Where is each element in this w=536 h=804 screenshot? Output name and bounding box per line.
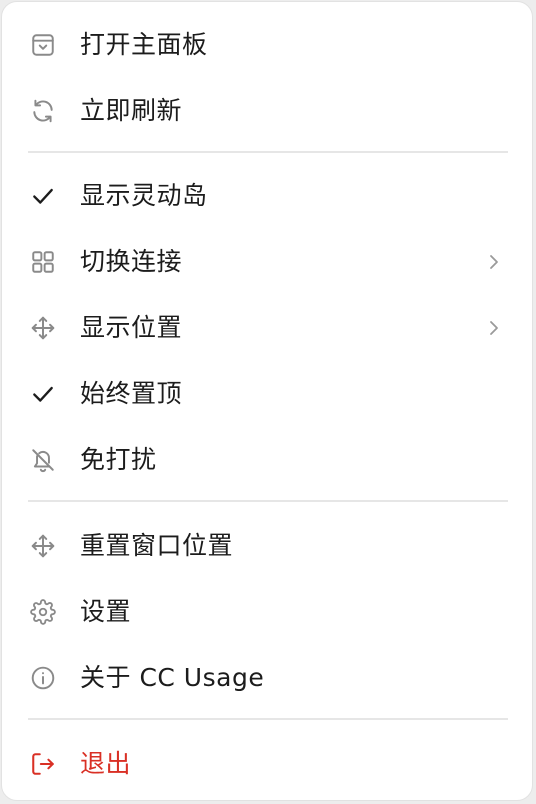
menu-item-reset-window-position[interactable]: 重置窗口位置 xyxy=(2,513,532,579)
menu-item-display-position[interactable]: 显示位置 xyxy=(2,295,532,361)
menu-item-switch-connection[interactable]: 切换连接 xyxy=(2,229,532,295)
menu-item-refresh-now[interactable]: 立即刷新 xyxy=(2,78,532,144)
menu-item-label: 显示灵动岛 xyxy=(80,181,208,210)
move-icon xyxy=(30,533,56,559)
bell-off-icon xyxy=(30,447,56,473)
move-icon xyxy=(30,315,56,341)
logout-icon xyxy=(30,751,56,777)
menu-separator xyxy=(28,500,508,502)
menu-item-about[interactable]: 关于 CC Usage xyxy=(2,645,532,711)
menu-separator xyxy=(28,151,508,153)
menu-item-label: 免打扰 xyxy=(80,445,157,474)
menu-item-label: 设置 xyxy=(80,597,132,626)
menu-separator xyxy=(28,718,508,720)
menu-item-quit[interactable]: 退出 xyxy=(2,731,532,797)
menu-item-show-dynamic-island[interactable]: 显示灵动岛 xyxy=(2,163,532,229)
check-icon xyxy=(30,183,56,209)
menu-item-label: 打开主面板 xyxy=(80,30,208,59)
chevron-right-icon xyxy=(486,316,502,340)
menu-item-label: 始终置顶 xyxy=(80,379,183,408)
menu-item-settings[interactable]: 设置 xyxy=(2,579,532,645)
menu-item-label: 显示位置 xyxy=(80,313,183,342)
grid-icon xyxy=(30,249,56,275)
chevron-right-icon xyxy=(486,250,502,274)
menu-item-open-main-panel[interactable]: 打开主面板 xyxy=(2,12,532,78)
panel-icon xyxy=(30,32,56,58)
menu-item-label: 重置窗口位置 xyxy=(80,531,234,560)
context-menu: 打开主面板 立即刷新 显示灵动岛 切换连接 显示位置 始终置顶 免打扰 重置窗口… xyxy=(1,1,533,801)
menu-item-label: 立即刷新 xyxy=(80,96,183,125)
check-icon xyxy=(30,381,56,407)
info-icon xyxy=(30,665,56,691)
refresh-icon xyxy=(30,98,56,124)
menu-item-do-not-disturb[interactable]: 免打扰 xyxy=(2,427,532,493)
menu-item-label: 切换连接 xyxy=(80,247,183,276)
menu-item-label: 关于 CC Usage xyxy=(80,663,265,692)
gear-icon xyxy=(30,599,56,625)
menu-item-label: 退出 xyxy=(80,749,132,778)
menu-item-always-on-top[interactable]: 始终置顶 xyxy=(2,361,532,427)
